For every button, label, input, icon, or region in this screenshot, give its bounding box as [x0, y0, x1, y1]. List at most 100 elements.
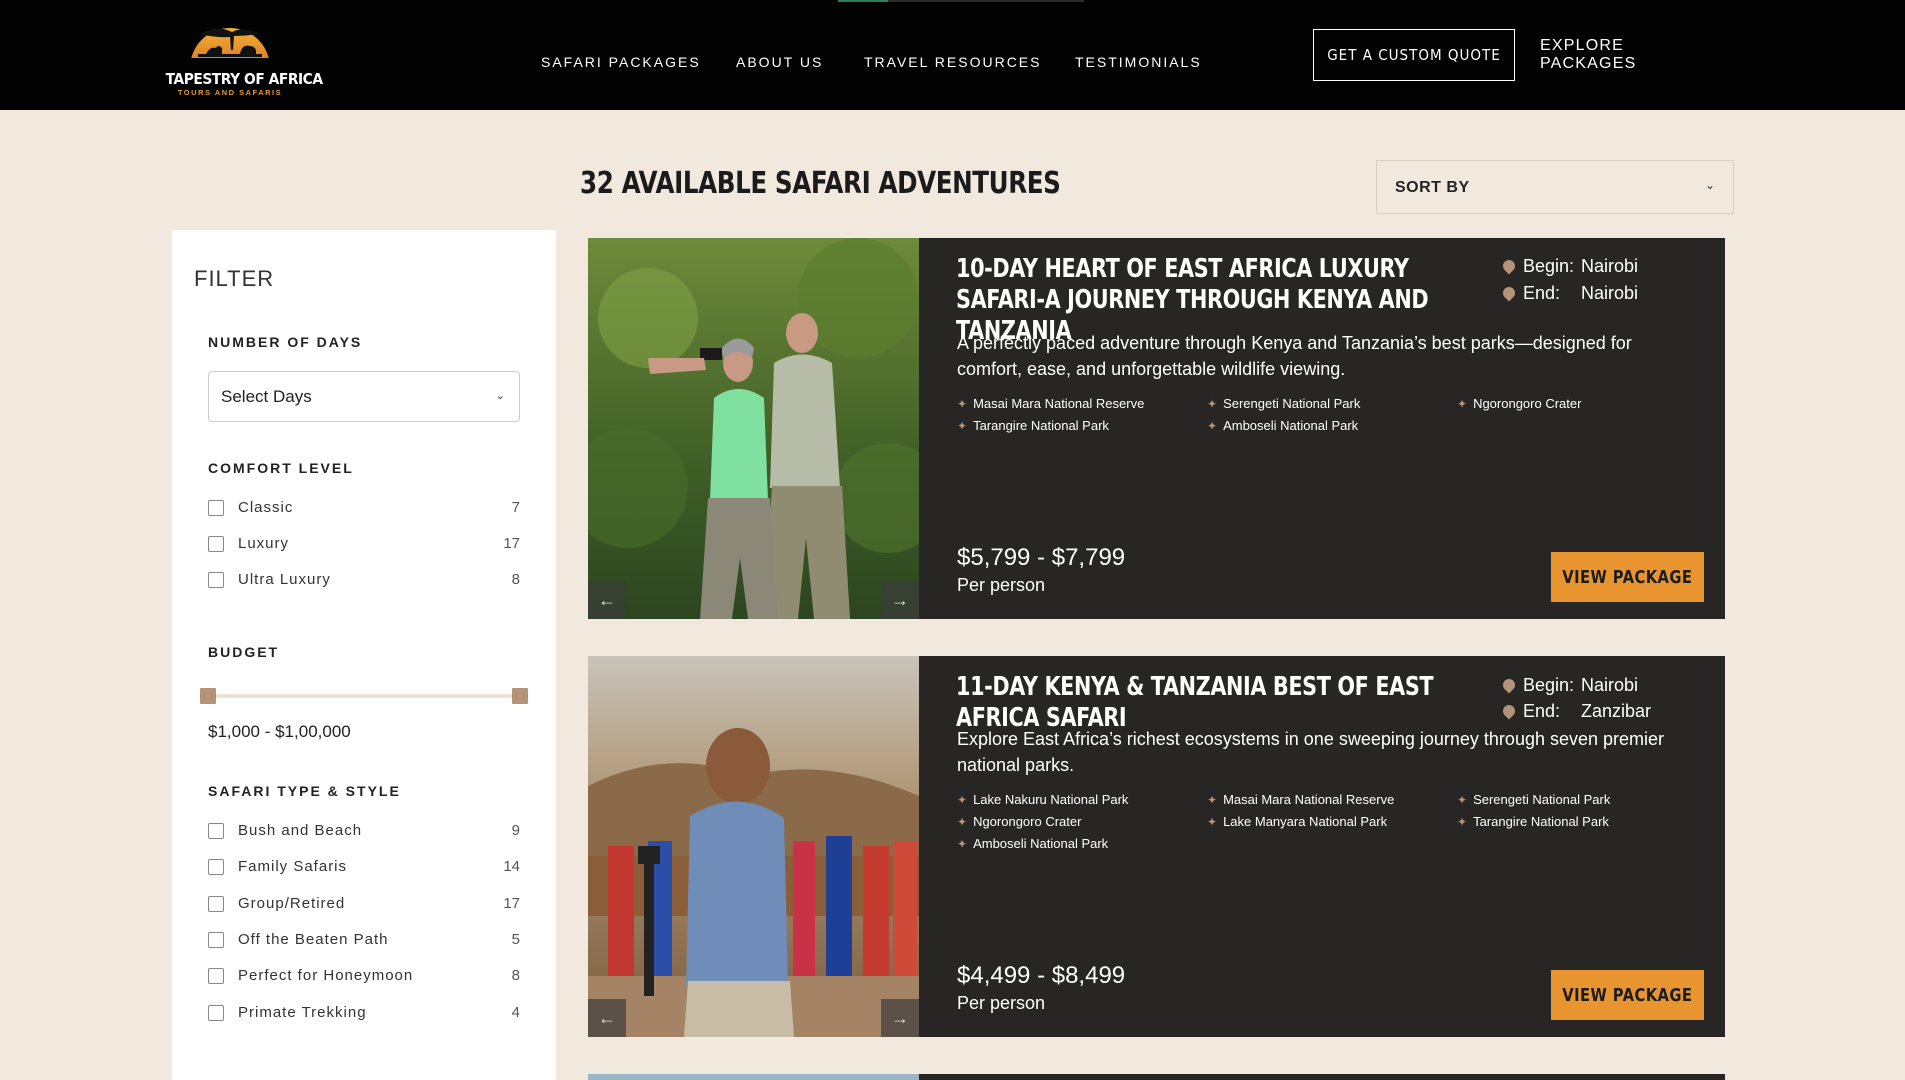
- begin-city: Nairobi: [1581, 256, 1639, 276]
- nav-safari-packages[interactable]: SAFARI PACKAGES: [541, 54, 701, 70]
- arrow-right-icon[interactable]: →: [881, 581, 919, 619]
- type-option-group-retired[interactable]: Group/Retired 17: [208, 894, 520, 914]
- days-label: NUMBER OF DAYS: [208, 334, 363, 350]
- option-label: Primate Trekking: [238, 1004, 367, 1021]
- package-card[interactable]: ← → 11-DAY KENYA & TANZANIA BEST OF EAST…: [588, 656, 1725, 1037]
- option-count: 7: [511, 499, 520, 516]
- end-location: End: Zanzibar: [1500, 701, 1651, 722]
- sparkle-icon: ✦: [1457, 815, 1468, 829]
- arrow-left-icon[interactable]: ←: [588, 581, 626, 619]
- option-count: 17: [503, 895, 520, 912]
- option-count: 5: [511, 931, 520, 948]
- type-option-primate-trekking[interactable]: Primate Trekking 4: [208, 1003, 520, 1023]
- results-heading: 32 AVAILABLE SAFARI ADVENTURES: [580, 166, 1061, 201]
- brand-logo[interactable]: TAPESTRY OF AFRICA TOURS AND SAFARIS: [160, 10, 323, 102]
- end-label: End:: [1523, 283, 1561, 303]
- budget-max-handle[interactable]: [512, 688, 528, 704]
- view-package-label: VIEW PACKAGE: [1562, 566, 1693, 588]
- view-package-button[interactable]: VIEW PACKAGE: [1551, 552, 1704, 602]
- package-photo[interactable]: ← →: [588, 238, 919, 619]
- package-description: A perfectly paced adventure through Keny…: [957, 333, 1632, 379]
- package-card[interactable]: ← → 10-DAY HEART OF EAST AFRICA LUXURY S…: [588, 238, 1725, 619]
- nav-testimonials[interactable]: TESTIMONIALS: [1075, 54, 1202, 70]
- checkbox[interactable]: [208, 823, 224, 839]
- chevron-down-icon: ⌄: [495, 390, 505, 402]
- comfort-option-classic[interactable]: Classic 7: [208, 498, 520, 518]
- brand-name: TAPESTRY OF AFRICA: [165, 70, 323, 88]
- park-item: ✦ Serengeti National Park: [1457, 792, 1611, 807]
- price-unit: Per person: [957, 575, 1046, 595]
- filter-title: FILTER: [194, 266, 275, 291]
- checkbox[interactable]: [208, 572, 224, 588]
- budget-range-value: $1,000 - $1,00,000: [208, 722, 351, 741]
- park-item: ✦ Tarangire National Park: [1457, 814, 1609, 829]
- checkbox[interactable]: [208, 500, 224, 516]
- package-card-partial: [588, 1074, 1725, 1080]
- type-option-honeymoon[interactable]: Perfect for Honeymoon 8: [208, 966, 520, 986]
- safari-type-label: SAFARI TYPE & STYLE: [208, 783, 401, 799]
- option-label: Group/Retired: [238, 895, 346, 912]
- checkbox[interactable]: [208, 859, 224, 875]
- days-select-value: Select Days: [221, 387, 312, 406]
- checkbox[interactable]: [208, 968, 224, 984]
- checkbox[interactable]: [208, 896, 224, 912]
- site-header: TAPESTRY OF AFRICA TOURS AND SAFARIS SAF…: [0, 0, 1905, 110]
- option-count: 8: [511, 571, 520, 588]
- end-city: Nairobi: [1581, 283, 1639, 303]
- sort-by-dropdown[interactable]: SORT BY ⌄: [1376, 160, 1734, 214]
- comfort-option-ultra-luxury[interactable]: Ultra Luxury 8: [208, 570, 520, 590]
- chevron-down-icon: ⌄: [1704, 178, 1715, 192]
- park-item: ✦ Ngorongoro Crater: [1457, 396, 1582, 411]
- begin-location: Begin: Nairobi: [1500, 256, 1638, 277]
- sparkle-icon: ✦: [957, 837, 968, 851]
- type-option-off-beaten-path[interactable]: Off the Beaten Path 5: [208, 930, 520, 950]
- sparkle-icon: ✦: [1207, 397, 1218, 411]
- custom-quote-button[interactable]: GET A CUSTOM QUOTE: [1313, 29, 1515, 81]
- explore-packages-link[interactable]: EXPLORE PACKAGES: [1540, 29, 1710, 81]
- arrow-right-icon[interactable]: →: [881, 999, 919, 1037]
- option-count: 9: [511, 822, 520, 839]
- option-label: Ultra Luxury: [238, 571, 331, 588]
- type-option-bush-beach[interactable]: Bush and Beach 9: [208, 821, 520, 841]
- option-label: Family Safaris: [238, 858, 348, 875]
- checkbox[interactable]: [208, 932, 224, 948]
- sparkle-icon: ✦: [1207, 419, 1218, 433]
- checkbox[interactable]: [208, 1005, 224, 1021]
- days-select[interactable]: Select Days ⌄: [208, 371, 520, 422]
- option-count: 14: [503, 858, 520, 875]
- checkbox[interactable]: [208, 536, 224, 552]
- option-label: Bush and Beach: [238, 822, 363, 839]
- sparkle-icon: ✦: [957, 397, 968, 411]
- location-pin-icon: [1500, 676, 1518, 694]
- sparkle-icon: ✦: [957, 793, 968, 807]
- location-pin-icon: [1500, 257, 1518, 275]
- option-count: 4: [511, 1004, 520, 1021]
- nav-about-us[interactable]: ABOUT US: [736, 54, 823, 70]
- package-price: $5,799 - $7,799: [957, 544, 1126, 571]
- comfort-option-luxury[interactable]: Luxury 17: [208, 534, 520, 554]
- park-item: ✦ Lake Manyara National Park: [1207, 814, 1388, 829]
- package-photo[interactable]: ← →: [588, 656, 919, 1037]
- option-label: Luxury: [238, 535, 290, 552]
- park-item: ✦ Tarangire National Park: [957, 418, 1109, 433]
- sparkle-icon: ✦: [1207, 815, 1218, 829]
- nav-travel-resources[interactable]: TRAVEL RESOURCES: [864, 54, 1041, 70]
- filter-sidebar: FILTER NUMBER OF DAYS Select Days ⌄ COMF…: [172, 230, 556, 1080]
- begin-label: Begin:: [1523, 256, 1575, 276]
- location-pin-icon: [1500, 284, 1518, 302]
- view-package-button[interactable]: VIEW PACKAGE: [1551, 970, 1704, 1020]
- sort-by-label: SORT BY: [1395, 179, 1470, 196]
- sunset-acacia-icon: [186, 28, 274, 68]
- comfort-label: COMFORT LEVEL: [208, 460, 354, 476]
- sparkle-icon: ✦: [1207, 793, 1218, 807]
- budget-slider-track[interactable]: [208, 694, 520, 698]
- package-photo: [588, 1074, 919, 1080]
- arrow-left-icon[interactable]: ←: [588, 999, 626, 1037]
- package-price: $4,499 - $8,499: [957, 962, 1126, 989]
- location-pin-icon: [1500, 702, 1518, 720]
- type-option-family[interactable]: Family Safaris 14: [208, 857, 520, 877]
- top-progress-line: [838, 0, 1084, 2]
- budget-min-handle[interactable]: [200, 688, 216, 704]
- package-title[interactable]: 11-DAY KENYA & TANZANIA BEST OF EAST AFR…: [956, 672, 1516, 734]
- budget-label: BUDGET: [208, 644, 280, 660]
